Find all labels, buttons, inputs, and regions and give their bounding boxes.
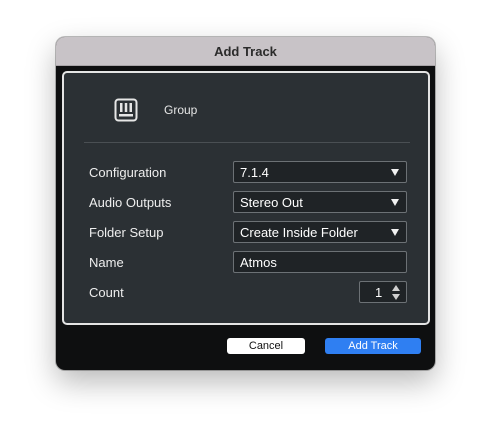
configuration-value: 7.1.4 bbox=[240, 165, 269, 180]
audio-outputs-label: Audio Outputs bbox=[89, 195, 172, 210]
title-bar: Add Track bbox=[56, 37, 435, 66]
dropdown-arrow-icon bbox=[391, 169, 399, 176]
dropdown-arrow-icon bbox=[391, 229, 399, 236]
dropdown-arrow-icon bbox=[391, 199, 399, 206]
divider bbox=[84, 142, 410, 143]
name-label: Name bbox=[89, 255, 124, 270]
audio-outputs-dropdown[interactable]: Stereo Out bbox=[233, 191, 407, 213]
count-row: Count 1 bbox=[64, 281, 428, 305]
name-row: Name Atmos bbox=[64, 251, 428, 275]
configuration-dropdown[interactable]: 7.1.4 bbox=[233, 161, 407, 183]
increment-arrow-icon[interactable] bbox=[392, 285, 400, 291]
folder-setup-row: Folder Setup Create Inside Folder bbox=[64, 221, 428, 245]
group-track-icon bbox=[114, 98, 138, 122]
add-track-button[interactable]: Add Track bbox=[325, 338, 421, 354]
decrement-arrow-icon[interactable] bbox=[392, 294, 400, 300]
count-value: 1 bbox=[375, 285, 383, 300]
dialog-title: Add Track bbox=[214, 43, 277, 59]
audio-outputs-value: Stereo Out bbox=[240, 195, 303, 210]
add-track-dialog: Add Track Group Configuration 7.1.4 Audi… bbox=[56, 37, 435, 370]
track-type-header: Group bbox=[64, 73, 428, 143]
folder-setup-value: Create Inside Folder bbox=[240, 225, 358, 240]
folder-setup-label: Folder Setup bbox=[89, 225, 164, 240]
count-label: Count bbox=[89, 285, 124, 300]
configuration-label: Configuration bbox=[89, 165, 167, 180]
audio-outputs-row: Audio Outputs Stereo Out bbox=[64, 191, 428, 215]
name-value: Atmos bbox=[240, 255, 277, 270]
count-stepper[interactable]: 1 bbox=[359, 281, 407, 303]
cancel-button[interactable]: Cancel bbox=[227, 338, 305, 354]
name-input[interactable]: Atmos bbox=[233, 251, 407, 273]
track-type-label: Group bbox=[164, 103, 198, 117]
configuration-row: Configuration 7.1.4 bbox=[64, 161, 428, 185]
folder-setup-dropdown[interactable]: Create Inside Folder bbox=[233, 221, 407, 243]
settings-panel: Group Configuration 7.1.4 Audio Outputs … bbox=[62, 71, 430, 325]
